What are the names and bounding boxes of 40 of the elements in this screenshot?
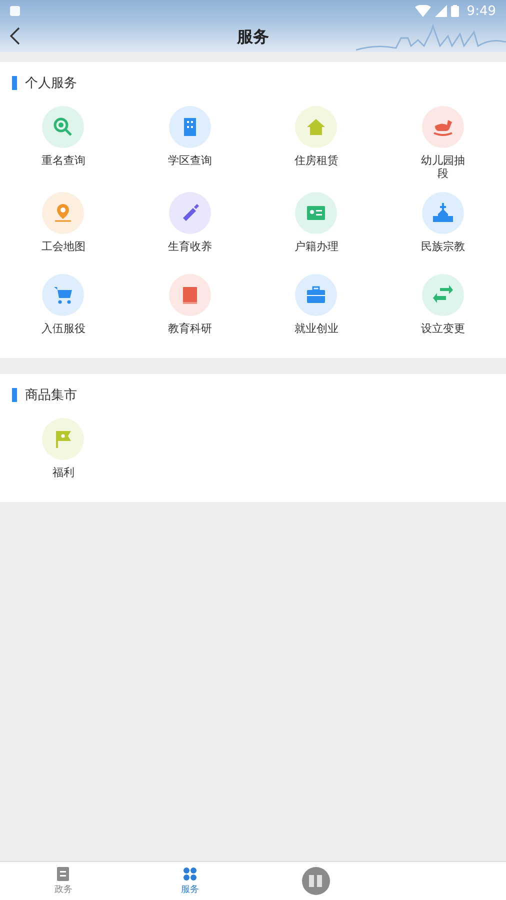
item-label[interactable]: 学区查询	[168, 154, 212, 167]
clock-time: 9:49	[466, 4, 496, 18]
tab-item[interactable]: 服务	[126, 862, 253, 900]
notification-icon	[10, 6, 20, 16]
item-label[interactable]: 重名查询	[41, 154, 86, 167]
section-title: 个人服务	[25, 75, 77, 92]
book-icon[interactable]	[168, 274, 211, 316]
item-label[interactable]: 生育收养	[168, 240, 212, 253]
wifi-icon	[414, 5, 431, 17]
logo	[302, 867, 330, 895]
arrows-icon[interactable]	[422, 274, 464, 316]
briefcase-icon[interactable]	[295, 274, 338, 316]
flag-icon[interactable]	[42, 418, 84, 460]
item-label[interactable]: 就业创业	[294, 322, 338, 335]
pin-icon[interactable]	[42, 192, 84, 234]
page-title: 服务	[237, 26, 269, 48]
back-icon[interactable]	[10, 27, 20, 45]
grid-icon	[182, 866, 197, 880]
item-label[interactable]: 入伍服役	[41, 322, 86, 335]
building-icon[interactable]	[168, 106, 211, 148]
document-icon	[57, 866, 70, 880]
item-label[interactable]: 民族宗教	[420, 240, 465, 253]
item-label[interactable]: 福利	[52, 466, 74, 479]
search-icon[interactable]	[42, 106, 84, 148]
item-label[interactable]: 设立变更	[420, 322, 465, 335]
item-label[interactable]: 幼儿园抽段	[420, 154, 466, 180]
battery-icon	[450, 5, 459, 17]
cart-icon[interactable]	[42, 274, 84, 316]
item-label[interactable]: 住房租赁	[294, 154, 338, 167]
section-marker	[12, 388, 17, 402]
card-icon[interactable]	[295, 192, 338, 234]
item-label[interactable]: 工会地图	[41, 240, 86, 253]
tab-item[interactable]: 政务	[0, 862, 126, 900]
signal-icon	[434, 5, 447, 17]
house-icon[interactable]	[295, 106, 338, 148]
church-icon[interactable]	[422, 192, 464, 234]
section-marker	[12, 76, 17, 90]
item-label[interactable]: 教育科研	[168, 322, 212, 335]
item-label[interactable]: 户籍办理	[294, 240, 338, 253]
section-title: 商品集市	[25, 387, 77, 404]
